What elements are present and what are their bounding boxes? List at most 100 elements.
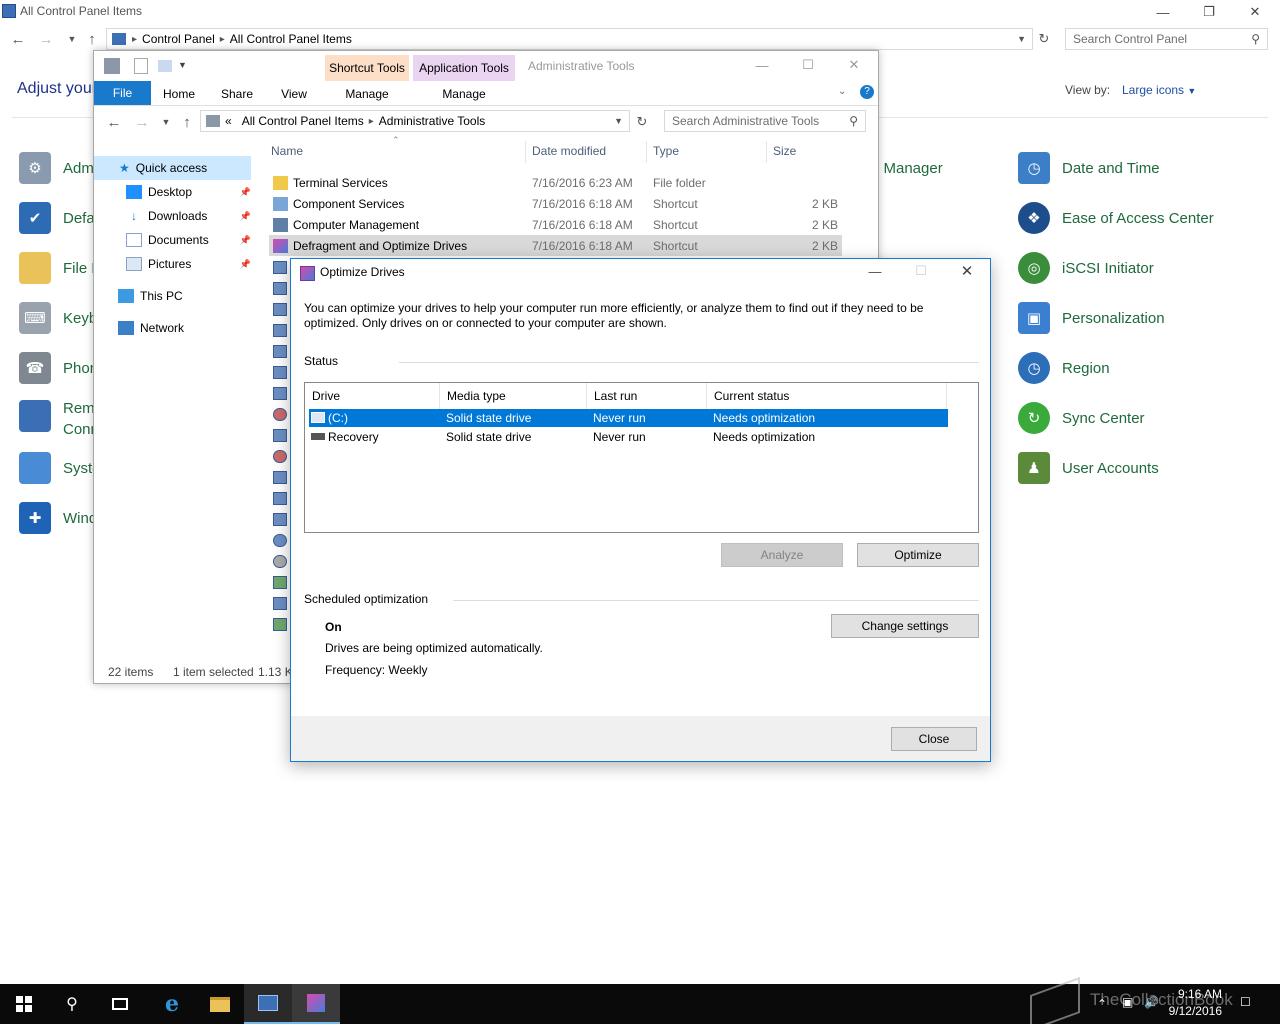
file-icon[interactable] [273, 471, 287, 484]
start-button[interactable] [0, 984, 48, 1024]
internet-explorer-icon[interactable]: e [148, 984, 196, 1024]
cp-item-phone-and-modem[interactable]: ☎ Phon [19, 352, 98, 384]
file-icon[interactable] [273, 387, 287, 400]
properties-icon[interactable] [134, 58, 148, 74]
tab-share[interactable]: Share [214, 83, 260, 105]
cp-item-file-explorer-options[interactable]: File E [19, 252, 101, 284]
customize-toolbar-icon[interactable]: ▼ [178, 60, 187, 70]
cp-item-date-and-time[interactable]: ◷ Date and Time [1018, 152, 1160, 184]
address-dropdown-icon[interactable]: ▼ [614, 116, 623, 126]
drive-row[interactable]: Recovery Solid state drive Never run Nee… [309, 428, 948, 446]
maximize-button[interactable]: ☐ [786, 53, 830, 77]
cp-item-windows-firewall[interactable]: ✚ Wind [19, 502, 97, 534]
drive-list[interactable]: Drive Media type Last run Current status… [304, 382, 979, 533]
search-icon[interactable]: ⚲ [849, 114, 858, 128]
file-icon[interactable] [273, 492, 287, 505]
recent-locations-chevron-icon[interactable]: ▼ [62, 28, 82, 50]
file-row[interactable]: Terminal Services 7/16/2016 6:23 AM File… [269, 172, 842, 193]
tray-overflow-icon[interactable]: ⌃ [1097, 997, 1107, 1011]
cp-item-user-accounts[interactable]: ♟ User Accounts [1018, 452, 1159, 484]
search-icon[interactable]: ⚲ [48, 984, 96, 1024]
file-icon[interactable] [273, 450, 287, 463]
nav-quick-access[interactable]: ★ Quick access [119, 157, 207, 179]
control-panel-taskbar-icon[interactable] [244, 984, 292, 1024]
clock-date[interactable]: 9/12/2016 [1164, 1004, 1222, 1018]
cp-item-default-programs[interactable]: ✔ Defa [19, 202, 95, 234]
file-icon[interactable] [273, 513, 287, 526]
back-arrow-icon[interactable]: ← [8, 28, 28, 50]
file-icon[interactable] [273, 618, 287, 631]
network-tray-icon[interactable]: ▣ [1122, 995, 1133, 1009]
address-dropdown-icon[interactable]: ▼ [1017, 34, 1026, 44]
drive-row-selected[interactable]: (C:) Solid state drive Never run Needs o… [309, 409, 948, 427]
file-icon[interactable] [273, 429, 287, 442]
column-type[interactable]: Type [653, 144, 679, 158]
column-date-modified[interactable]: Date modified [532, 144, 606, 158]
task-view-icon[interactable] [96, 984, 144, 1024]
change-settings-button[interactable]: Change settings [831, 614, 979, 638]
minimize-button[interactable]: — [853, 259, 897, 283]
refresh-icon[interactable]: ↻ [632, 111, 652, 133]
close-button[interactable]: ✕ [1232, 0, 1278, 24]
close-button[interactable]: ✕ [832, 53, 876, 77]
cp-item-region[interactable]: ◷ Region [1018, 352, 1110, 384]
nav-desktop[interactable]: Desktop 📌 [126, 181, 251, 203]
back-arrow-icon[interactable]: ← [104, 111, 124, 133]
close-dialog-button[interactable]: Close [891, 727, 977, 751]
cp-item-ease-of-access[interactable]: ❖ Ease of Access Center [1018, 202, 1214, 234]
cp-item-administrative-tools[interactable]: ⚙ Adm [19, 152, 94, 184]
file-row[interactable]: Computer Management 7/16/2016 6:18 AM Sh… [269, 214, 842, 235]
nav-this-pc[interactable]: This PC [118, 285, 183, 307]
column-drive[interactable]: Drive [305, 383, 440, 409]
minimize-button[interactable]: — [1140, 0, 1186, 24]
clock-time[interactable]: 9:16 AM [1172, 987, 1222, 1001]
column-media-type[interactable]: Media type [440, 383, 587, 409]
refresh-icon[interactable]: ↻ [1034, 28, 1054, 50]
optimize-button[interactable]: Optimize [857, 543, 979, 567]
search-icon[interactable]: ⚲ [1251, 32, 1260, 46]
nav-downloads[interactable]: ↓ Downloads 📌 [126, 205, 251, 227]
optimize-drives-taskbar-icon[interactable] [292, 984, 340, 1024]
breadcrumb-control-panel[interactable]: Control Panel [142, 32, 215, 46]
recent-locations-chevron-icon[interactable]: ▼ [156, 111, 176, 133]
breadcrumb-admin-tools[interactable]: Administrative Tools [379, 114, 486, 128]
tab-manage-application[interactable]: Manage [413, 83, 515, 105]
forward-arrow-icon[interactable]: → [36, 28, 56, 50]
action-center-icon[interactable]: ☐ [1240, 995, 1251, 1009]
column-last-run[interactable]: Last run [587, 383, 707, 409]
breadcrumb-overflow[interactable]: « [225, 114, 232, 128]
file-explorer-icon[interactable] [196, 984, 244, 1024]
file-icon[interactable] [273, 324, 287, 337]
expand-ribbon-chevron-icon[interactable]: ⌄ [838, 86, 846, 97]
file-icon[interactable] [273, 534, 287, 547]
column-current-status[interactable]: Current status [707, 383, 947, 409]
tab-home[interactable]: Home [156, 83, 202, 105]
nav-network[interactable]: Network [118, 317, 184, 339]
tab-view[interactable]: View [272, 83, 316, 105]
volume-tray-icon[interactable]: 🔊 [1144, 995, 1159, 1009]
close-button[interactable]: ✕ [945, 259, 989, 283]
address-bar[interactable]: « All Control Panel Items ▸ Administrati… [200, 110, 630, 132]
maximize-button[interactable]: ☐ [899, 259, 943, 283]
column-size[interactable]: Size [773, 144, 796, 158]
file-icon[interactable] [273, 261, 287, 274]
cp-item-remoteapp-connections[interactable]: Rem Conn [19, 400, 99, 440]
tab-manage-shortcut[interactable]: Manage [325, 83, 409, 105]
search-admin-tools-input[interactable]: Search Administrative Tools ⚲ [664, 110, 866, 132]
file-icon[interactable] [273, 555, 287, 568]
cp-item-personalization[interactable]: ▣ Personalization [1018, 302, 1165, 334]
file-row-selected[interactable]: Defragment and Optimize Drives 7/16/2016… [269, 235, 842, 256]
nav-documents[interactable]: Documents 📌 [126, 229, 251, 251]
cp-item-keyboard[interactable]: ⌨ Keyb [19, 302, 97, 334]
restore-button[interactable]: ❐ [1186, 0, 1232, 24]
cp-item-device-manager[interactable]: l Manager [876, 160, 943, 177]
up-arrow-icon[interactable]: ↑ [177, 111, 197, 133]
file-icon[interactable] [273, 408, 287, 421]
file-icon[interactable] [273, 597, 287, 610]
column-name[interactable]: Name [271, 144, 303, 158]
tab-file[interactable]: File [94, 81, 151, 105]
search-control-panel-input[interactable]: Search Control Panel ⚲ [1065, 28, 1268, 50]
nav-pictures[interactable]: Pictures 📌 [126, 253, 251, 275]
minimize-button[interactable]: — [740, 53, 784, 77]
file-icon[interactable] [273, 366, 287, 379]
